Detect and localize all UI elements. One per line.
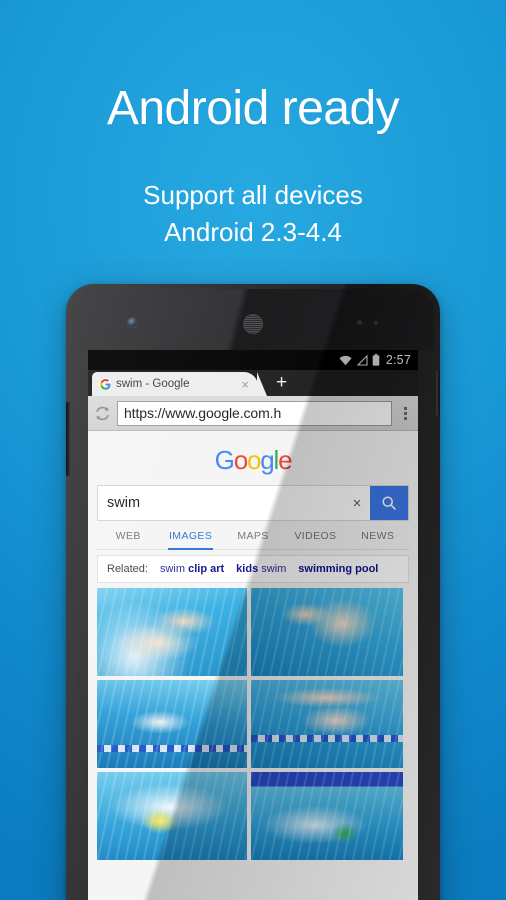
related-searches: Related: swim clip art kids swim swimmin… — [97, 555, 409, 583]
search-input[interactable]: swim — [98, 486, 344, 520]
proximity-sensor-icon — [357, 320, 362, 325]
image-results-grid — [97, 588, 409, 860]
search-bar: swim × — [97, 485, 409, 521]
phone-screen: 2:57 swim - Google × + https://www.googl… — [88, 350, 418, 900]
search-input-value: swim — [107, 495, 141, 511]
water-texture — [251, 772, 403, 860]
google-search-page: Google swim × WEB IMAGES MAPS VIDEOS NEW… — [88, 431, 418, 900]
water-texture — [251, 680, 403, 768]
related-label: Related: — [107, 563, 148, 575]
url-bar[interactable]: https://www.google.com.h — [117, 400, 392, 426]
overflow-menu-icon[interactable] — [398, 406, 412, 420]
browser-tab-title: swim - Google — [116, 378, 190, 390]
phone-device-mockup: 2:57 swim - Google × + https://www.googl… — [66, 284, 440, 900]
status-bar-clock: 2:57 — [385, 353, 411, 367]
promo-subtitle-line-1: Support all devices — [143, 180, 363, 211]
image-result[interactable] — [97, 680, 247, 768]
battery-icon — [372, 354, 380, 366]
light-sensor-icon — [374, 321, 378, 325]
related-item-swimming-pool[interactable]: swimming pool — [298, 563, 378, 575]
water-texture — [97, 588, 247, 676]
front-camera-icon — [128, 318, 137, 327]
search-button[interactable] — [370, 486, 408, 520]
related-item-swim-clip-art[interactable]: swim clip art — [160, 563, 224, 575]
tab-images[interactable]: IMAGES — [159, 521, 221, 550]
tab-videos[interactable]: VIDEOS — [284, 521, 346, 549]
status-bar: 2:57 — [88, 350, 418, 370]
close-icon[interactable]: × — [241, 378, 249, 391]
search-icon — [382, 496, 396, 510]
wifi-icon — [339, 355, 352, 365]
clear-search-icon[interactable]: × — [344, 486, 370, 520]
image-result[interactable] — [251, 772, 403, 860]
new-tab-button[interactable]: + — [276, 373, 287, 392]
power-button[interactable] — [436, 370, 440, 416]
tab-web[interactable]: WEB — [97, 521, 159, 549]
signal-icon — [356, 354, 368, 366]
google-logo: Google — [214, 445, 293, 475]
url-text: https://www.google.com.h — [124, 405, 282, 421]
water-texture — [251, 588, 403, 676]
page-title: Android ready — [106, 82, 400, 135]
water-texture — [97, 772, 247, 860]
tab-maps[interactable]: MAPS — [222, 521, 284, 549]
related-item-kids-swim[interactable]: kids swim — [236, 563, 286, 575]
image-result[interactable] — [251, 588, 403, 676]
browser-tab-strip: swim - Google × + — [88, 370, 418, 396]
promo-subtitle-line-2: Android 2.3-4.4 — [164, 216, 342, 247]
image-result[interactable] — [97, 772, 247, 860]
tab-news[interactable]: NEWS — [347, 521, 409, 549]
reload-icon[interactable] — [94, 405, 111, 422]
image-result[interactable] — [251, 680, 403, 768]
google-g-favicon-icon — [99, 378, 111, 390]
earpiece-speaker-icon — [243, 314, 263, 334]
water-texture — [97, 680, 247, 768]
image-result[interactable] — [97, 588, 247, 676]
search-vertical-tabs: WEB IMAGES MAPS VIDEOS NEWS — [97, 521, 409, 550]
volume-button[interactable] — [66, 402, 70, 476]
browser-tab[interactable]: swim - Google × — [92, 372, 267, 396]
browser-toolbar: https://www.google.com.h — [88, 396, 418, 431]
promo-text-block: Android ready Support all devices Androi… — [0, 0, 506, 249]
